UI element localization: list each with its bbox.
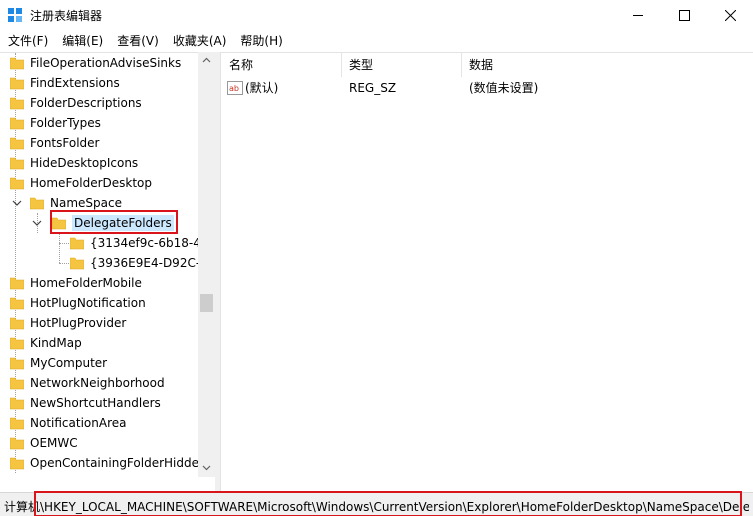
minimize-icon <box>632 14 643 16</box>
folder-icon <box>10 357 24 370</box>
folder-icon <box>10 77 24 90</box>
tree-item[interactable]: OpenContainingFolderHidde <box>10 453 199 473</box>
tree-item-label: FontsFolder <box>30 136 100 150</box>
tree-item-label: NotificationArea <box>30 416 127 430</box>
highlight-box <box>34 491 742 516</box>
tree-item[interactable]: FileOperationAdviseSinks <box>10 53 181 73</box>
maximize-icon <box>678 9 690 21</box>
folder-icon <box>30 197 44 210</box>
string-value-icon: ab <box>227 81 243 95</box>
tree-item-label: {3134ef9c-6b18-49 <box>90 236 209 250</box>
tree-item[interactable]: FontsFolder <box>10 133 99 153</box>
value-list[interactable]: 名称 类型 数据 ab (默认) REG_SZ (数值未设置) <box>220 52 753 492</box>
tree-item[interactable]: HideDesktopIcons <box>10 153 138 173</box>
tree-item-label: NameSpace <box>50 196 122 210</box>
column-header-type[interactable]: 类型 <box>341 53 461 77</box>
tree-item[interactable]: KindMap <box>10 333 82 353</box>
column-header-name[interactable]: 名称 <box>221 53 341 77</box>
tree-guide-line <box>59 233 60 263</box>
window-title: 注册表编辑器 <box>30 9 103 23</box>
minimize-button[interactable] <box>615 0 661 30</box>
tree-item-label: NetworkNeighborhood <box>30 376 165 390</box>
menu-bar: 文件(F) 编辑(E) 查看(V) 收藏夹(A) 帮助(H) <box>0 30 753 52</box>
folder-icon <box>10 177 24 190</box>
menu-file[interactable]: 文件(F) <box>2 30 54 52</box>
value-name: (默认) <box>245 81 279 95</box>
title-bar: 注册表编辑器 <box>0 0 753 30</box>
maximize-button[interactable] <box>661 0 707 30</box>
chevron-down-icon[interactable] <box>32 218 42 228</box>
status-bar: 计算机\HKEY_LOCAL_MACHINE\SOFTWARE\Microsof… <box>0 491 753 516</box>
tree-item[interactable]: {3134ef9c-6b18-49 <box>70 233 208 253</box>
folder-icon <box>10 117 24 130</box>
tree-item-label: HomeFolderMobile <box>30 276 142 290</box>
tree-item[interactable]: HotPlugNotification <box>10 293 146 313</box>
column-header-data[interactable]: 数据 <box>461 53 661 77</box>
tree-guide-line <box>59 243 69 244</box>
folder-icon <box>10 437 24 450</box>
folder-icon <box>10 337 24 350</box>
tree-item-label: KindMap <box>30 336 82 350</box>
tree-scrollbar[interactable] <box>198 52 215 477</box>
tree-item[interactable]: MyComputer <box>10 353 107 373</box>
tree-item-label: OpenContainingFolderHidde <box>30 456 199 470</box>
value-data: (数值未设置) <box>469 81 539 95</box>
tree-item-label: HideDesktopIcons <box>30 156 139 170</box>
menu-favorites[interactable]: 收藏夹(A) <box>167 30 233 52</box>
tree-item[interactable]: FolderTypes <box>10 113 101 133</box>
tree-item-label: FindExtensions <box>30 76 120 90</box>
tree-item-label: HomeFolderDesktop <box>30 176 153 190</box>
menu-help[interactable]: 帮助(H) <box>234 30 288 52</box>
highlight-box <box>50 210 178 234</box>
tree-item[interactable]: NotificationArea <box>10 413 126 433</box>
close-icon <box>724 9 736 21</box>
tree-item-label: NewShortcutHandlers <box>30 396 161 410</box>
folder-icon <box>10 157 24 170</box>
folder-icon <box>10 377 24 390</box>
regedit-icon <box>8 8 22 22</box>
folder-icon <box>10 317 24 330</box>
list-item[interactable]: ab (默认) REG_SZ (数值未设置) <box>227 78 747 98</box>
registry-tree[interactable]: FileOperationAdviseSinks FindExtensions … <box>0 52 215 492</box>
tree-item-label: FolderDescriptions <box>30 96 142 110</box>
menu-edit[interactable]: 编辑(E) <box>56 30 109 52</box>
menu-view[interactable]: 查看(V) <box>111 30 165 52</box>
folder-icon <box>10 417 24 430</box>
tree-item-label: FolderTypes <box>30 116 101 130</box>
folder-icon <box>10 397 24 410</box>
tree-item-label: {3936E9E4-D92C-4E <box>90 256 215 270</box>
folder-icon <box>10 297 24 310</box>
tree-item[interactable]: NewShortcutHandlers <box>10 393 161 413</box>
svg-text:ab: ab <box>229 84 239 93</box>
tree-item-label: HotPlugNotification <box>30 296 146 310</box>
tree-item-label: MyComputer <box>30 356 108 370</box>
tree-item[interactable]: FolderDescriptions <box>10 93 142 113</box>
tree-item[interactable]: {3936E9E4-D92C-4E <box>70 253 215 273</box>
tree-item-label: HotPlugProvider <box>30 316 127 330</box>
tree-item-label: OEMWC <box>30 436 78 450</box>
folder-icon <box>10 57 24 70</box>
scroll-down-icon[interactable] <box>201 462 212 473</box>
value-type: REG_SZ <box>349 81 397 95</box>
tree-item[interactable]: HomeFolderDesktop <box>10 173 152 193</box>
folder-icon <box>70 237 84 250</box>
scrollbar-thumb[interactable] <box>200 294 213 312</box>
folder-icon <box>10 277 24 290</box>
tree-item[interactable]: HomeFolderMobile <box>10 273 142 293</box>
tree-item[interactable]: FindExtensions <box>10 73 120 93</box>
tree-guide-line <box>59 263 69 264</box>
close-button[interactable] <box>707 0 753 30</box>
folder-icon <box>70 257 84 270</box>
tree-item-label: FileOperationAdviseSinks <box>30 56 182 70</box>
scroll-up-icon[interactable] <box>201 55 212 66</box>
tree-item[interactable]: NetworkNeighborhood <box>10 373 165 393</box>
tree-item[interactable]: OEMWC <box>10 433 78 453</box>
tree-item[interactable]: HotPlugProvider <box>10 313 126 333</box>
folder-icon <box>10 97 24 110</box>
folder-icon <box>10 457 24 470</box>
chevron-down-icon[interactable] <box>12 198 22 208</box>
folder-icon <box>10 137 24 150</box>
